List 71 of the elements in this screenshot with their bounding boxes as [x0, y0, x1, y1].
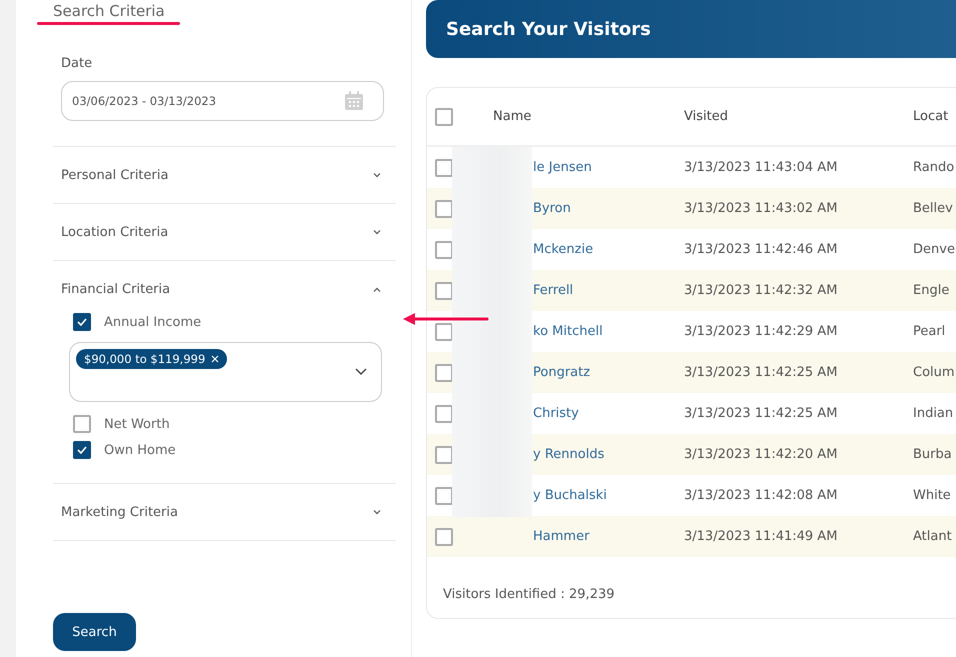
check-icon: [77, 446, 87, 454]
accordion-header[interactable]: Marketing Criteria: [53, 484, 396, 540]
checkbox[interactable]: [435, 200, 453, 218]
checkbox[interactable]: [435, 322, 453, 340]
check-icon: [77, 318, 87, 326]
accordion-header[interactable]: Location Criteria: [53, 204, 396, 260]
search-button[interactable]: Search: [53, 613, 136, 651]
accordion-header[interactable]: Personal Criteria: [53, 147, 396, 203]
selected-tag[interactable]: $90,000 to $119,999: [76, 349, 228, 369]
checkbox[interactable]: [435, 446, 453, 464]
visitor-name-link[interactable]: Christy: [533, 406, 579, 421]
checkbox[interactable]: [435, 282, 453, 300]
accordion-header[interactable]: Financial Criteria: [53, 261, 396, 317]
select-all-checkbox[interactable]: [435, 108, 453, 126]
page-header: Search Your Visitors: [426, 0, 956, 58]
checkbox[interactable]: [73, 313, 91, 331]
chevron-down-icon: [373, 510, 381, 514]
table-cell-text: 3/13/2023 11:42:32 AM: [684, 283, 838, 298]
chevron-up-icon: [373, 286, 381, 292]
checkbox[interactable]: [435, 240, 453, 258]
visitor-name-link[interactable]: ko Mitchell: [533, 324, 603, 339]
table-cell-text: 3/13/2023 11:41:49 AM: [684, 529, 838, 544]
table-cell-text: 3/13/2023 11:42:46 AM: [684, 242, 838, 257]
visitor-name-link[interactable]: Pongratz: [533, 365, 590, 380]
table-cell: Atlant: [913, 529, 952, 544]
checkbox-label: Annual Income: [104, 314, 202, 330]
table-cell-text: 3/13/2023 11:43:04 AM: [684, 160, 838, 175]
visitor-name-link[interactable]: le Jensen: [533, 160, 592, 175]
table-cell-text: 3/13/2023 11:42:20 AM: [684, 447, 838, 462]
visitor-name-link[interactable]: Ferrell: [533, 283, 574, 298]
multi-select-field[interactable]: $90,000 to $119,999: [69, 342, 382, 402]
visitor-name-link[interactable]: Hammer: [533, 529, 590, 544]
table-cell: Bellev: [913, 201, 953, 216]
date-range-field[interactable]: 03/06/2023 - 03/13/2023: [61, 81, 384, 121]
checkbox[interactable]: [435, 404, 453, 422]
checkbox[interactable]: [73, 415, 91, 433]
chevron-down-icon: [373, 230, 381, 234]
checkbox[interactable]: [435, 364, 453, 382]
table-cell-text: 3/13/2023 11:42:29 AM: [684, 324, 838, 339]
checkbox[interactable]: [435, 486, 453, 504]
column-header: Name: [493, 109, 532, 124]
table-cell: White: [913, 488, 951, 503]
visitor-name-link[interactable]: Mckenzie: [533, 242, 594, 257]
visitor-name-link[interactable]: Byron: [533, 201, 571, 216]
visitor-name-link[interactable]: y Buchalski: [533, 488, 607, 503]
table-cell-text: 3/13/2023 11:43:02 AM: [684, 201, 838, 216]
table-cell: Denve: [913, 242, 955, 257]
table-cell: Pearl: [913, 324, 946, 339]
table-cell: Rando: [913, 160, 954, 175]
table-cell: Indian: [913, 406, 954, 421]
table-cell-text: 3/13/2023 11:42:08 AM: [684, 488, 838, 503]
checkbox[interactable]: [435, 158, 453, 176]
checkbox[interactable]: [73, 441, 91, 459]
checkbox-label: Own Home: [104, 442, 176, 458]
chevron-down-icon: [373, 172, 381, 178]
table-cell: Colum: [913, 365, 955, 380]
section-title: Search Criteria: [52, 1, 166, 21]
table-cell: Engle: [913, 283, 950, 298]
checkbox[interactable]: [435, 528, 453, 546]
table-cell-text: 3/13/2023 11:42:25 AM: [684, 406, 838, 421]
visitor-count: Visitors Identified : 29,239: [442, 586, 616, 602]
close-icon: [211, 355, 220, 363]
chevron-down-icon: [355, 368, 367, 375]
checkbox-label: Net Worth: [104, 416, 170, 432]
field-label: Date: [61, 56, 94, 71]
table-cell: Burba: [913, 447, 952, 462]
column-header: Locat: [913, 109, 948, 124]
calendar-icon: [344, 91, 364, 111]
table-cell-text: 3/13/2023 11:42:25 AM: [684, 365, 838, 380]
visitor-name-link[interactable]: y Rennolds: [533, 447, 604, 462]
column-header: Visited: [684, 109, 729, 124]
